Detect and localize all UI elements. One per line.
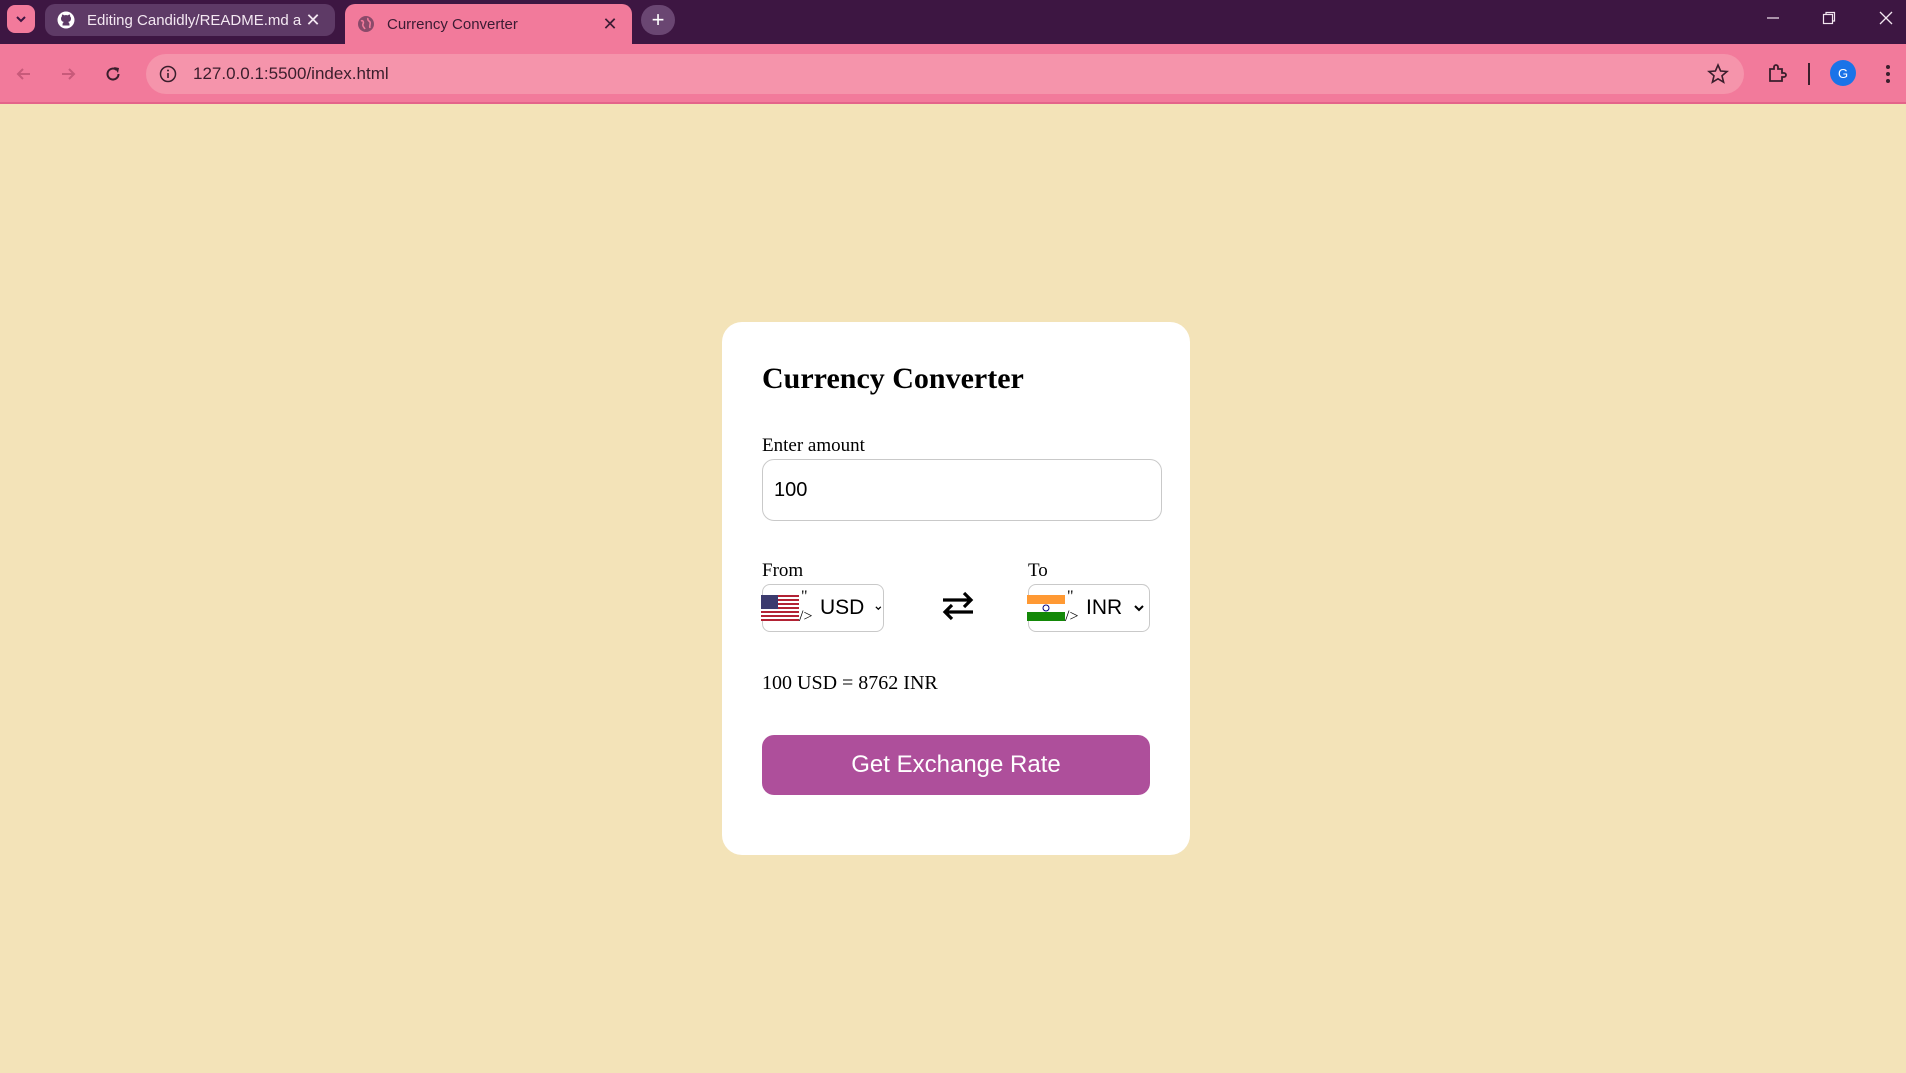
page-title: Currency Converter [762, 362, 1024, 395]
tab-title: Currency Converter [387, 15, 518, 33]
new-tab-button[interactable]: + [641, 5, 675, 35]
tab-currency-converter[interactable]: Currency Converter ✕ [345, 4, 632, 44]
to-currency-value: INR [1086, 596, 1123, 619]
github-icon [57, 11, 75, 29]
minimize-icon [1767, 17, 1779, 19]
forward-button[interactable] [52, 58, 84, 90]
close-icon [1879, 11, 1893, 25]
tab-title: Editing Candidly/README.md a [87, 11, 302, 29]
stray-slash: /> [799, 608, 813, 625]
amount-label: Enter amount [762, 435, 865, 456]
tab-search-button[interactable] [7, 5, 35, 33]
from-currency-select[interactable]: " /> USD [761, 584, 884, 632]
from-currency-value: USD [820, 596, 865, 619]
extensions-icon[interactable] [1765, 62, 1789, 86]
stray-quote: " [801, 588, 808, 605]
close-icon[interactable]: ✕ [303, 10, 323, 30]
toolbar-divider [1808, 63, 1810, 85]
stray-quote: " [1067, 588, 1074, 605]
tab-readme[interactable]: Editing Candidly/README.md a ✕ [45, 4, 335, 36]
conversion-result: 100 USD = 8762 INR [762, 672, 938, 694]
minimize-button[interactable] [1753, 4, 1793, 32]
tab-strip: Editing Candidly/README.md a ✕ Currency … [0, 0, 1906, 44]
site-info-icon[interactable] [156, 62, 180, 86]
address-bar[interactable]: 127.0.0.1:5500/index.html [146, 54, 1744, 94]
us-flag-icon [761, 595, 799, 621]
to-label: To [1028, 560, 1048, 581]
chevron-down-icon [16, 16, 26, 23]
back-button[interactable] [8, 58, 40, 90]
restore-icon [1822, 11, 1836, 25]
india-flag-icon [1027, 595, 1065, 621]
url-text[interactable]: 127.0.0.1:5500/index.html [193, 64, 389, 84]
close-icon[interactable]: ✕ [600, 14, 620, 34]
profile-avatar[interactable]: G [1830, 60, 1856, 86]
stray-markup-text: " /> [799, 588, 817, 628]
converter-card: Currency Converter Enter amount From To … [722, 322, 1190, 855]
browser-toolbar: 127.0.0.1:5500/index.html G [0, 44, 1906, 104]
reload-icon [106, 67, 120, 81]
more-menu-icon[interactable] [1878, 62, 1898, 86]
bookmark-star-icon[interactable] [1706, 62, 1730, 86]
globe-icon [358, 16, 374, 32]
to-currency-select[interactable]: " /> INR [1027, 584, 1150, 632]
get-exchange-rate-button[interactable]: Get Exchange Rate [762, 735, 1150, 795]
amount-input[interactable] [762, 459, 1162, 521]
close-window-button[interactable] [1866, 4, 1906, 32]
swap-arrows-icon[interactable] [938, 588, 978, 624]
stray-markup-text: " /> [1065, 588, 1083, 628]
reload-button[interactable] [97, 58, 129, 90]
from-label: From [762, 560, 804, 581]
chevron-down-icon [1134, 605, 1144, 612]
stray-slash: /> [1065, 608, 1079, 625]
arrow-left-icon [16, 68, 30, 80]
arrow-right-icon [62, 68, 76, 80]
chevron-down-icon [875, 606, 882, 611]
restore-button[interactable] [1809, 4, 1849, 32]
